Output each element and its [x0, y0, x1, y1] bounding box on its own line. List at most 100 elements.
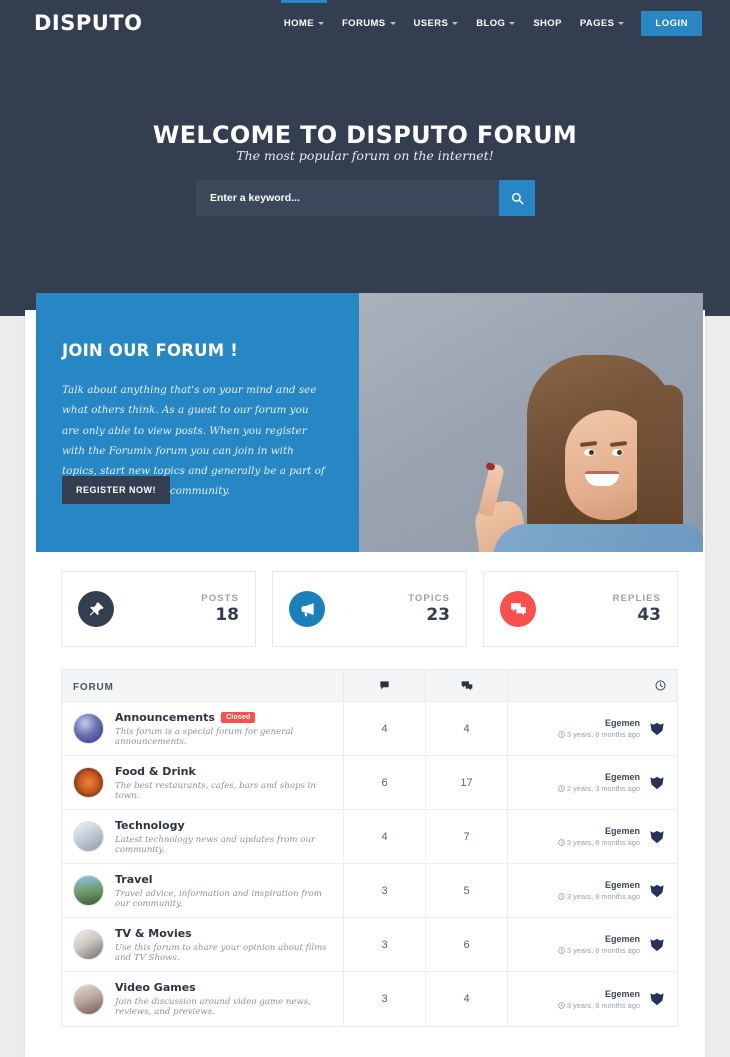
avatar[interactable]	[648, 720, 666, 738]
header-label-forum: FORUM	[73, 681, 114, 693]
chevron-down-icon	[317, 21, 324, 25]
megaphone-icon	[289, 591, 325, 627]
forum-name[interactable]: Food & Drink	[115, 765, 196, 778]
last-post-time-wrap: 3 years, 8 months ago	[558, 730, 640, 739]
last-post-author[interactable]: Egemen	[558, 989, 640, 999]
login-button[interactable]: LOGIN	[641, 10, 702, 36]
forum-description: This forum is a special forum for genera…	[115, 726, 294, 747]
table-row[interactable]: TV & Movies Use this forum to share your …	[62, 918, 677, 972]
clock-icon	[558, 1001, 565, 1009]
nav-item-label: SHOP	[533, 17, 562, 29]
forum-name[interactable]: TV & Movies	[115, 927, 192, 940]
stat-value: 43	[637, 605, 661, 625]
cell-forum: Food & Drink The best restaurants, cafes,…	[62, 756, 343, 809]
cell-last-post: Egemen 3 years, 8 months ago	[507, 918, 677, 971]
stat-card-topics: TOPICS 23	[272, 571, 467, 647]
avatar[interactable]	[648, 936, 666, 954]
cell-last-post: Egemen 3 years, 8 months ago	[507, 864, 677, 917]
avatar[interactable]	[648, 828, 666, 846]
photo-smile	[585, 471, 619, 486]
page-title: WELCOME TO DISPUTO FORUM	[152, 121, 578, 149]
last-post-text: Egemen 3 years, 8 months ago	[558, 880, 640, 901]
forum-name[interactable]: Video Games	[115, 981, 196, 994]
cell-last-post: Egemen 2 years, 3 months ago	[507, 756, 677, 809]
forum-info: Food & Drink The best restaurants, cafes,…	[115, 765, 332, 801]
search-icon	[511, 192, 523, 204]
user-logo-icon	[650, 938, 664, 951]
stat-label: REPLIES	[612, 593, 661, 604]
chevron-down-icon	[618, 21, 625, 25]
clock-icon	[558, 893, 565, 900]
cell-last-post: Egemen 3 years, 8 months ago	[507, 972, 677, 1026]
forum-name-row: Technology	[115, 819, 332, 832]
site-logo[interactable]: DISPUTO	[34, 11, 143, 35]
table-row[interactable]: Travel Travel advice, information and ins…	[62, 864, 677, 918]
cell-topics-count: 3	[343, 972, 425, 1026]
cell-replies-count: 5	[425, 864, 507, 917]
forum-info: Travel Travel advice, information and ins…	[115, 873, 332, 909]
header-cell-last-post	[507, 670, 677, 701]
avatar[interactable]	[648, 990, 666, 1008]
forum-info: Announcements Closed This forum is a speci…	[115, 711, 332, 747]
cell-last-post: Egemen 3 years, 8 months ago	[507, 702, 677, 755]
nav-item-users[interactable]: USERS	[405, 0, 468, 46]
forum-name[interactable]: Travel	[115, 873, 153, 886]
forum-description: Join the discussion around video game ne…	[115, 997, 311, 1017]
cell-replies-count: 4	[425, 702, 507, 755]
stat-card-posts: POSTS 18	[61, 571, 256, 647]
forum-name-row: Food & Drink	[115, 765, 332, 778]
table-row[interactable]: Video Games Join the discussion around vi…	[62, 972, 677, 1026]
last-post-time: 3 years, 8 months ago	[566, 838, 640, 847]
cell-replies-count: 4	[425, 972, 507, 1026]
last-post-author[interactable]: Egemen	[558, 772, 640, 782]
join-forum-text-side: JOIN OUR FORUM ! Talk about anything tha…	[36, 293, 359, 552]
photo-pupil-left	[589, 450, 594, 455]
last-post-time: 3 years, 8 months ago	[566, 730, 640, 739]
nav-links: HOME FORUMS USERS BLOG SHOP PAGES LOGIN	[275, 0, 730, 46]
pizza-avatar	[73, 767, 104, 798]
forum-name-row: TV & Movies	[115, 927, 332, 940]
announcements-avatar	[73, 713, 104, 744]
forum-name-row: Video Games	[115, 981, 332, 994]
nav-item-blog[interactable]: BLOG	[467, 0, 524, 46]
travel-avatar	[73, 875, 104, 906]
table-row[interactable]: Announcements Closed This forum is a speci…	[62, 702, 677, 756]
stats-row: POSTS 18 TOPICS 23 REPLIES 43	[61, 571, 678, 647]
search-button[interactable]	[499, 180, 535, 216]
last-post-author[interactable]: Egemen	[558, 880, 640, 890]
forum-name[interactable]: Announcements	[115, 711, 215, 724]
stat-label: POSTS	[201, 593, 239, 604]
comment-icon	[380, 681, 389, 690]
clock-icon	[655, 680, 666, 691]
forum-description: Travel advice, information and inspirati…	[115, 888, 322, 909]
nav-item-label: BLOG	[476, 17, 506, 29]
last-post-author[interactable]: Egemen	[558, 934, 640, 944]
nav-item-pages[interactable]: PAGES	[571, 0, 634, 46]
table-row[interactable]: Technology Latest technology news and upd…	[62, 810, 677, 864]
cell-forum: Announcements Closed This forum is a speci…	[62, 702, 343, 755]
chevron-down-icon	[509, 21, 516, 25]
avatar[interactable]	[648, 882, 666, 900]
stat-meta: POSTS 18	[114, 593, 239, 625]
last-post-author[interactable]: Egemen	[558, 718, 640, 728]
comments-icon	[461, 680, 472, 690]
video-games-avatar	[73, 983, 104, 1015]
last-post-author[interactable]: Egemen	[558, 826, 640, 836]
search-input[interactable]	[196, 180, 499, 216]
nav-item-forums[interactable]: FORUMS	[333, 0, 405, 46]
technology-avatar	[73, 821, 104, 852]
avatar[interactable]	[648, 774, 666, 792]
cell-forum: TV & Movies Use this forum to share your …	[62, 918, 343, 971]
register-now-button[interactable]: REGISTER NOW!	[62, 476, 170, 504]
forum-info: Video Games Join the discussion around vi…	[115, 981, 332, 1017]
nav-item-shop[interactable]: SHOP	[524, 0, 571, 46]
tv-movies-avatar	[73, 929, 104, 960]
forum-name[interactable]: Technology	[115, 819, 185, 832]
user-logo-icon	[650, 992, 664, 1006]
nav-item-home[interactable]: HOME	[275, 0, 333, 46]
last-post-text: Egemen 3 years, 8 months ago	[558, 989, 640, 1010]
table-row[interactable]: Food & Drink The best restaurants, cafes,…	[62, 756, 677, 810]
last-post-text: Egemen 3 years, 8 months ago	[558, 826, 640, 847]
nav-item-label: HOME	[283, 17, 314, 29]
cell-topics-count: 3	[343, 918, 425, 971]
